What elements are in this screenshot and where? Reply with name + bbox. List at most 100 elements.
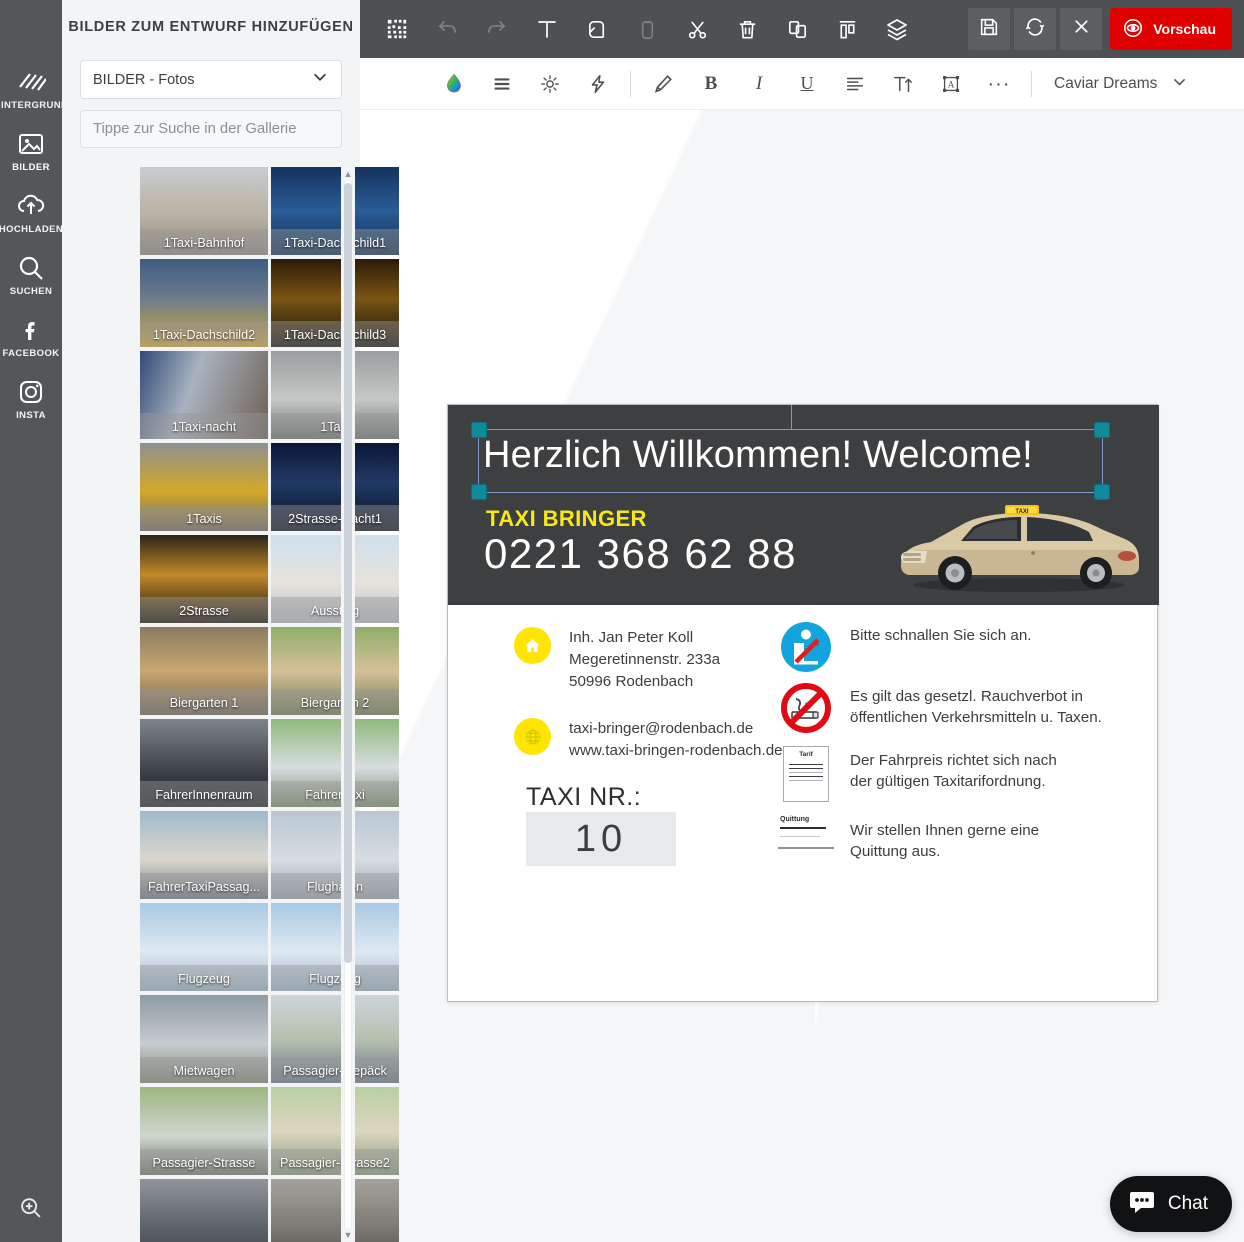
gallery-thumbnail[interactable]: Flugzeug [140, 903, 268, 991]
gallery-thumbnail[interactable]: 1Taxis [140, 443, 268, 531]
notice-line: der gültigen Taxitarifordnung. [850, 773, 1046, 791]
web-line: www.taxi-bringen-rodenbach.de [569, 742, 783, 760]
font-size-icon[interactable] [879, 58, 927, 110]
zoom-in-button[interactable] [0, 1184, 62, 1236]
gallery-thumbnail[interactable]: FahrerTaxi [271, 719, 399, 807]
layers-icon[interactable] [872, 0, 922, 58]
brand-text[interactable]: TAXI BRINGER [486, 506, 647, 532]
image-gallery[interactable]: 1Taxi-Bahnhof 1Taxi-Dachschild1 1Taxi-Dach… [140, 167, 400, 1242]
sidebar-item-facebook[interactable]: FACEBOOK [0, 306, 62, 368]
category-select[interactable]: BILDER - Fotos [80, 60, 342, 99]
gallery-thumbnail[interactable]: 1Taxi [271, 351, 399, 439]
gallery-thumbnail[interactable]: Passagier-Strasse [140, 1087, 268, 1175]
preview-label: Vorschau [1153, 21, 1216, 37]
preview-button[interactable]: Vorschau [1110, 8, 1232, 50]
gallery-thumbnail[interactable]: 1Taxi-Dachschild2 [140, 259, 268, 347]
sidebar-item-hintergrund[interactable]: HINTERGRUND [0, 58, 68, 120]
gallery-thumbnail[interactable]: Flugzeug [271, 903, 399, 991]
search-icon [16, 253, 46, 283]
close-button[interactable] [1060, 8, 1103, 50]
gallery-thumbnail[interactable]: Passagier-Strasse2 [271, 1087, 399, 1175]
gallery-thumbnail[interactable]: FahrerInnenraum [140, 719, 268, 807]
gallery-thumbnail[interactable]: 1Taxi-Dachschild3 [271, 259, 399, 347]
gallery-thumbnail[interactable]: Flughafen [271, 811, 399, 899]
color-drop-icon[interactable] [430, 58, 478, 110]
design-canvas[interactable]: TAXI Herzlich Willkommen! Welcome! TAXI … [360, 110, 1244, 1242]
resize-handle-top-left[interactable] [471, 422, 487, 438]
refresh-button[interactable] [1014, 8, 1057, 50]
chevron-down-icon [1171, 73, 1188, 95]
gallery-thumbnail[interactable] [140, 1179, 268, 1242]
gallery-thumbnail-label: Passagier-Strasse [152, 1156, 256, 1170]
brightness-icon[interactable] [526, 58, 574, 110]
gallery-thumbnail-label: 1Taxi-Dachschild3 [283, 328, 387, 342]
notice-line: Es gilt das gesetzl. Rauchverbot in [850, 688, 1083, 705]
gallery-thumbnail[interactable]: Ausstieg [271, 535, 399, 623]
effects-bolt-icon[interactable] [574, 58, 622, 110]
selection-frame[interactable] [471, 405, 1110, 500]
text-icon[interactable] [522, 0, 572, 58]
underline-icon[interactable]: U [783, 58, 831, 110]
gallery-scrollbar[interactable]: ▲ ▼ [341, 167, 355, 1242]
gallery-thumbnail[interactable]: Biergarten 2 [271, 627, 399, 715]
gallery-thumbnail[interactable]: 1Taxi-nacht [140, 351, 268, 439]
taxi-nr-box[interactable]: 10 [526, 812, 676, 866]
address-text: Inh. Jan Peter Koll Megeretinnenstr. 233… [569, 627, 720, 693]
notice-line: öffentlichen Verkehrsmitteln u. Taxen. [850, 709, 1102, 727]
cut-scissors-icon[interactable] [672, 0, 722, 58]
gallery-thumbnail[interactable]: 1Taxi-Dachschild1 [271, 167, 399, 255]
scrollbar-thumb[interactable] [344, 183, 352, 963]
pen-edit-icon[interactable] [639, 58, 687, 110]
gallery-search-input[interactable] [93, 121, 329, 137]
scroll-up-arrow[interactable]: ▲ [341, 167, 355, 181]
bold-icon[interactable]: B [687, 58, 735, 110]
scroll-down-arrow[interactable]: ▼ [341, 1228, 355, 1242]
gallery-search-box[interactable] [80, 110, 342, 148]
facebook-icon [16, 315, 46, 345]
resize-handle-top-right[interactable] [1094, 422, 1110, 438]
phone-text[interactable]: 0221 368 62 88 [484, 530, 797, 578]
sidebar-item-suchen[interactable]: SUCHEN [0, 244, 62, 306]
redo-icon[interactable] [472, 0, 522, 58]
gallery-thumbnail[interactable]: 2Strasse [140, 535, 268, 623]
font-selector[interactable]: Caviar Dreams [1040, 73, 1188, 95]
align-top-icon[interactable] [822, 0, 872, 58]
save-button[interactable] [968, 8, 1011, 50]
sidebar-item-insta[interactable]: INSTA [0, 368, 62, 430]
qr-code-icon[interactable] [372, 0, 422, 58]
italic-icon[interactable]: I [735, 58, 783, 110]
taxi-nr-label[interactable]: TAXI NR.: [526, 783, 641, 812]
font-selector-value: Caviar Dreams [1054, 74, 1158, 92]
text-box-icon[interactable]: A [927, 58, 975, 110]
more-options-icon[interactable]: ··· [975, 58, 1023, 110]
gallery-thumbnail[interactable]: 2Strasse-Nacht1 [271, 443, 399, 531]
gallery-thumbnail[interactable]: Biergarten 1 [140, 627, 268, 715]
sidebar-item-hochladen[interactable]: HOCHLADEN [0, 182, 63, 244]
rain-taxi1-art [140, 1179, 268, 1242]
line-spacing-icon[interactable] [478, 58, 526, 110]
gallery-thumbnail-label: Ausstieg [310, 604, 360, 618]
gallery-thumbnail[interactable]: Mietwagen [140, 995, 268, 1083]
category-select-value: BILDER - Fotos [93, 71, 195, 88]
gallery-thumbnail[interactable]: Passagier-Gepäck [271, 995, 399, 1083]
chat-bubble-icon [1128, 1188, 1156, 1221]
shape-icon[interactable] [572, 0, 622, 58]
svg-text:A: A [948, 79, 955, 89]
resize-handle-bottom-right[interactable] [1094, 484, 1110, 500]
design-card[interactable]: TAXI Herzlich Willkommen! Welcome! TAXI … [447, 404, 1159, 1002]
gallery-thumbnail-label: Mietwagen [173, 1064, 235, 1078]
gallery-thumbnail[interactable] [271, 1179, 399, 1242]
undo-icon[interactable] [422, 0, 472, 58]
gallery-thumbnail[interactable]: FahrerTaxiPassag... [140, 811, 268, 899]
svg-text:TAXI: TAXI [1015, 509, 1029, 515]
sidebar-item-bilder[interactable]: BILDER [0, 120, 62, 182]
resize-handle-bottom-left[interactable] [471, 484, 487, 500]
align-left-icon[interactable] [831, 58, 879, 110]
delete-trash-icon[interactable] [722, 0, 772, 58]
paste-icon[interactable] [622, 0, 672, 58]
gallery-thumbnail[interactable]: 1Taxi-Bahnhof [140, 167, 268, 255]
notice-text: Bitte schnallen Sie sich an. [850, 621, 1032, 646]
chat-widget-button[interactable]: Chat [1109, 1176, 1232, 1232]
address-row: Inh. Jan Peter Koll Megeretinnenstr. 233… [514, 627, 720, 693]
duplicate-icon[interactable] [772, 0, 822, 58]
